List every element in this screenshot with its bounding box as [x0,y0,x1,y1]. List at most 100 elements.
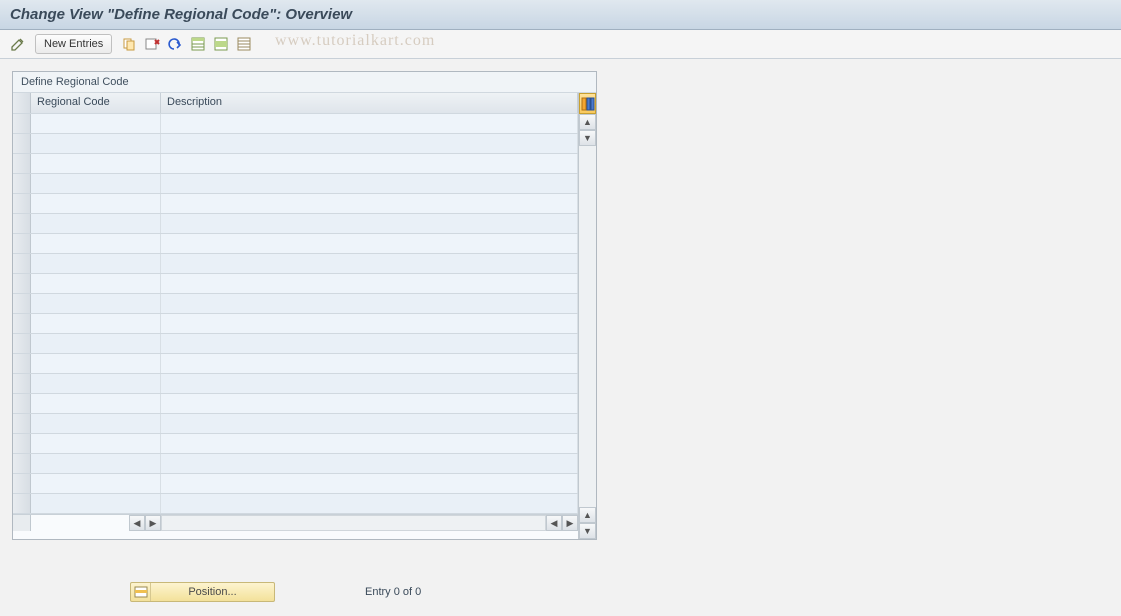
watermark-text: www.tutorialkart.com [275,32,435,50]
cell-description[interactable] [161,254,578,273]
cell-regional-code[interactable] [31,174,161,193]
hscroll-track[interactable] [161,515,546,531]
cell-description[interactable] [161,114,578,133]
row-selector[interactable] [13,434,31,453]
hscroll-right-icon[interactable]: ▶ [562,515,578,531]
copy-icon[interactable] [119,34,139,54]
display-change-icon[interactable] [8,34,28,54]
cell-regional-code[interactable] [31,254,161,273]
grid-header-row: Regional Code Description [13,93,578,114]
vscroll-pageup-icon[interactable]: ▼ [579,130,596,146]
column-header-description[interactable]: Description [161,93,578,113]
position-button[interactable]: Position... [130,582,275,602]
cell-description[interactable] [161,494,578,513]
cell-regional-code[interactable] [31,134,161,153]
row-selector[interactable] [13,234,31,253]
cell-regional-code[interactable] [31,334,161,353]
cell-regional-code[interactable] [31,474,161,493]
undo-icon[interactable] [165,34,185,54]
vscroll-down-icon[interactable]: ▼ [579,523,596,539]
row-selector[interactable] [13,174,31,193]
data-grid: Regional Code Description ◀ ▶ ◀ ▶ [13,93,578,539]
select-block-icon[interactable] [211,34,231,54]
cell-description[interactable] [161,294,578,313]
cell-regional-code[interactable] [31,494,161,513]
cell-description[interactable] [161,234,578,253]
row-selector[interactable] [13,214,31,233]
hscroll-left-icon[interactable]: ◀ [546,515,562,531]
cell-description[interactable] [161,214,578,233]
table-row [13,254,578,274]
cell-description[interactable] [161,154,578,173]
cell-regional-code[interactable] [31,194,161,213]
vertical-scrollbar: ▲ ▼ ▲ ▼ [578,93,596,539]
position-button-label: Position... [151,586,274,598]
table-row [13,174,578,194]
table-row [13,334,578,354]
hscroll-right-fixed-icon[interactable]: ▶ [145,515,161,531]
cell-regional-code[interactable] [31,234,161,253]
cell-regional-code[interactable] [31,314,161,333]
cell-regional-code[interactable] [31,294,161,313]
row-selector[interactable] [13,334,31,353]
cell-regional-code[interactable] [31,374,161,393]
row-selector[interactable] [13,274,31,293]
row-selector[interactable] [13,394,31,413]
cell-regional-code[interactable] [31,214,161,233]
deselect-all-icon[interactable] [234,34,254,54]
row-selector[interactable] [13,354,31,373]
row-selector[interactable] [13,454,31,473]
row-selector[interactable] [13,414,31,433]
cell-regional-code[interactable] [31,434,161,453]
row-selector[interactable] [13,494,31,513]
cell-regional-code[interactable] [31,454,161,473]
table-row [13,314,578,334]
new-entries-button[interactable]: New Entries [35,34,112,54]
cell-description[interactable] [161,434,578,453]
page-title: Change View "Define Regional Code": Over… [10,6,1111,23]
vscroll-track[interactable] [579,146,596,507]
footer-bar: Position... Entry 0 of 0 [0,582,1121,602]
row-selector[interactable] [13,194,31,213]
row-selector[interactable] [13,374,31,393]
cell-description[interactable] [161,274,578,293]
application-toolbar: New Entries www.tutorialkart.com [0,30,1121,59]
cell-regional-code[interactable] [31,114,161,133]
cell-regional-code[interactable] [31,274,161,293]
row-selector[interactable] [13,114,31,133]
row-selector[interactable] [13,254,31,273]
row-selector[interactable] [13,294,31,313]
delete-icon[interactable] [142,34,162,54]
table-row [13,154,578,174]
row-selector-header[interactable] [13,93,31,113]
cell-description[interactable] [161,194,578,213]
cell-description[interactable] [161,374,578,393]
table-row [13,134,578,154]
cell-description[interactable] [161,454,578,473]
table-title: Define Regional Code [13,72,596,93]
row-selector[interactable] [13,154,31,173]
cell-regional-code[interactable] [31,154,161,173]
vscroll-pagedown-icon[interactable]: ▲ [579,507,596,523]
select-all-icon[interactable] [188,34,208,54]
cell-description[interactable] [161,414,578,433]
hscroll-left-fixed-icon[interactable]: ◀ [129,515,145,531]
table-row [13,474,578,494]
config-columns-icon[interactable] [579,93,596,114]
cell-description[interactable] [161,354,578,373]
cell-regional-code[interactable] [31,354,161,373]
cell-description[interactable] [161,174,578,193]
row-selector[interactable] [13,314,31,333]
column-header-regional-code[interactable]: Regional Code [31,93,161,113]
cell-description[interactable] [161,474,578,493]
cell-regional-code[interactable] [31,394,161,413]
row-selector[interactable] [13,474,31,493]
cell-description[interactable] [161,134,578,153]
cell-description[interactable] [161,314,578,333]
cell-regional-code[interactable] [31,414,161,433]
cell-description[interactable] [161,334,578,353]
row-selector[interactable] [13,134,31,153]
cell-description[interactable] [161,394,578,413]
vscroll-up-icon[interactable]: ▲ [579,114,596,130]
table-row [13,374,578,394]
